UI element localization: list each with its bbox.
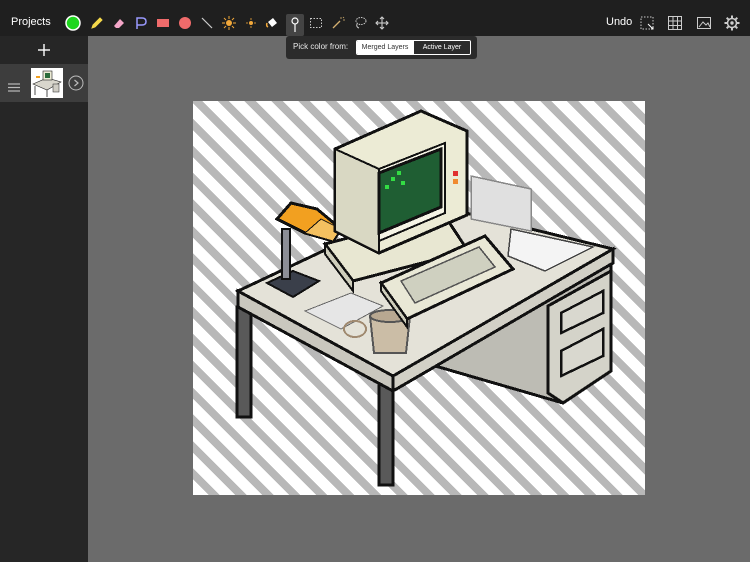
drag-handle-icon[interactable] <box>8 79 20 92</box>
magic-wand-icon[interactable] <box>330 12 346 34</box>
undo-button[interactable]: Undo <box>606 16 632 28</box>
layer-row[interactable] <box>0 64 88 102</box>
brush-small-icon[interactable] <box>243 12 259 34</box>
merged-layers-option[interactable]: Merged Layers <box>357 41 413 54</box>
pencil-icon[interactable] <box>89 12 105 34</box>
move-icon[interactable] <box>374 12 390 34</box>
drawing-canvas[interactable] <box>193 101 645 495</box>
projects-button[interactable]: Projects <box>11 16 51 28</box>
layer-thumbnail[interactable] <box>31 68 63 98</box>
ellipse-icon[interactable] <box>177 12 193 34</box>
add-layer-plus-icon[interactable] <box>34 40 54 60</box>
line-icon[interactable] <box>199 12 215 34</box>
color-pick-source-popup: Pick color from: Merged Layers Active La… <box>286 36 477 59</box>
top-toolbar: Projects Undo <box>0 0 750 36</box>
pixel-art-desk-with-computer <box>234 109 617 487</box>
pick-source-segmented-control: Merged Layers Active Layer <box>356 40 471 55</box>
layers-sidebar <box>0 36 88 562</box>
current-color-swatch[interactable] <box>64 12 82 34</box>
eyedropper-icon[interactable] <box>286 14 304 36</box>
eraser-icon[interactable] <box>111 12 127 34</box>
pick-color-label: Pick color from: <box>293 42 349 51</box>
text-tool-icon[interactable] <box>133 12 149 34</box>
grid-icon[interactable] <box>666 12 684 34</box>
expand-layer-chevron-icon[interactable] <box>68 75 84 91</box>
active-layer-option[interactable]: Active Layer <box>413 41 470 54</box>
transform-selection-icon[interactable] <box>638 12 656 34</box>
rect-select-icon[interactable] <box>308 12 324 34</box>
rectangle-icon[interactable] <box>155 12 171 34</box>
lasso-icon[interactable] <box>352 12 368 34</box>
brush-large-icon[interactable] <box>221 12 237 34</box>
fill-bucket-icon[interactable] <box>264 12 280 34</box>
image-icon[interactable] <box>695 12 713 34</box>
settings-gear-icon[interactable] <box>723 12 741 34</box>
